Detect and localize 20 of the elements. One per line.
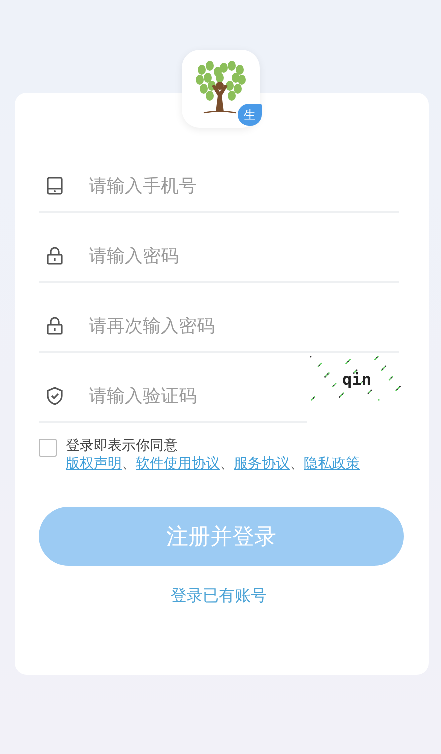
phone-icon bbox=[45, 176, 65, 196]
input-field[interactable]: 请输入验证码 bbox=[87, 384, 307, 408]
agreement-link[interactable]: 隐私政策 bbox=[304, 455, 360, 473]
input-field[interactable]: 请输入手机号 bbox=[87, 174, 399, 198]
badge: 生 bbox=[238, 104, 262, 126]
separator-text: 、 bbox=[220, 455, 234, 473]
lock-icon bbox=[45, 316, 65, 336]
agreement-text: 登录即表示你同意 bbox=[66, 437, 179, 455]
input-field[interactable]: 请输入密码 bbox=[87, 244, 399, 268]
agreement-link[interactable]: 软件使用协议 bbox=[136, 455, 220, 473]
separator-text: 、 bbox=[122, 455, 136, 473]
shield-icon bbox=[45, 386, 65, 406]
lock-icon bbox=[45, 246, 65, 266]
separator-text: 、 bbox=[290, 455, 304, 473]
agreement-link[interactable]: 版权声明 bbox=[66, 455, 122, 473]
captcha-image[interactable]: qin bbox=[309, 355, 405, 403]
checkbox[interactable] bbox=[39, 439, 57, 457]
input-field[interactable]: 请再次输入密码 bbox=[87, 314, 399, 338]
login-link[interactable]: 登录已有账号 bbox=[171, 586, 267, 607]
agreement-link[interactable]: 服务协议 bbox=[234, 455, 290, 473]
